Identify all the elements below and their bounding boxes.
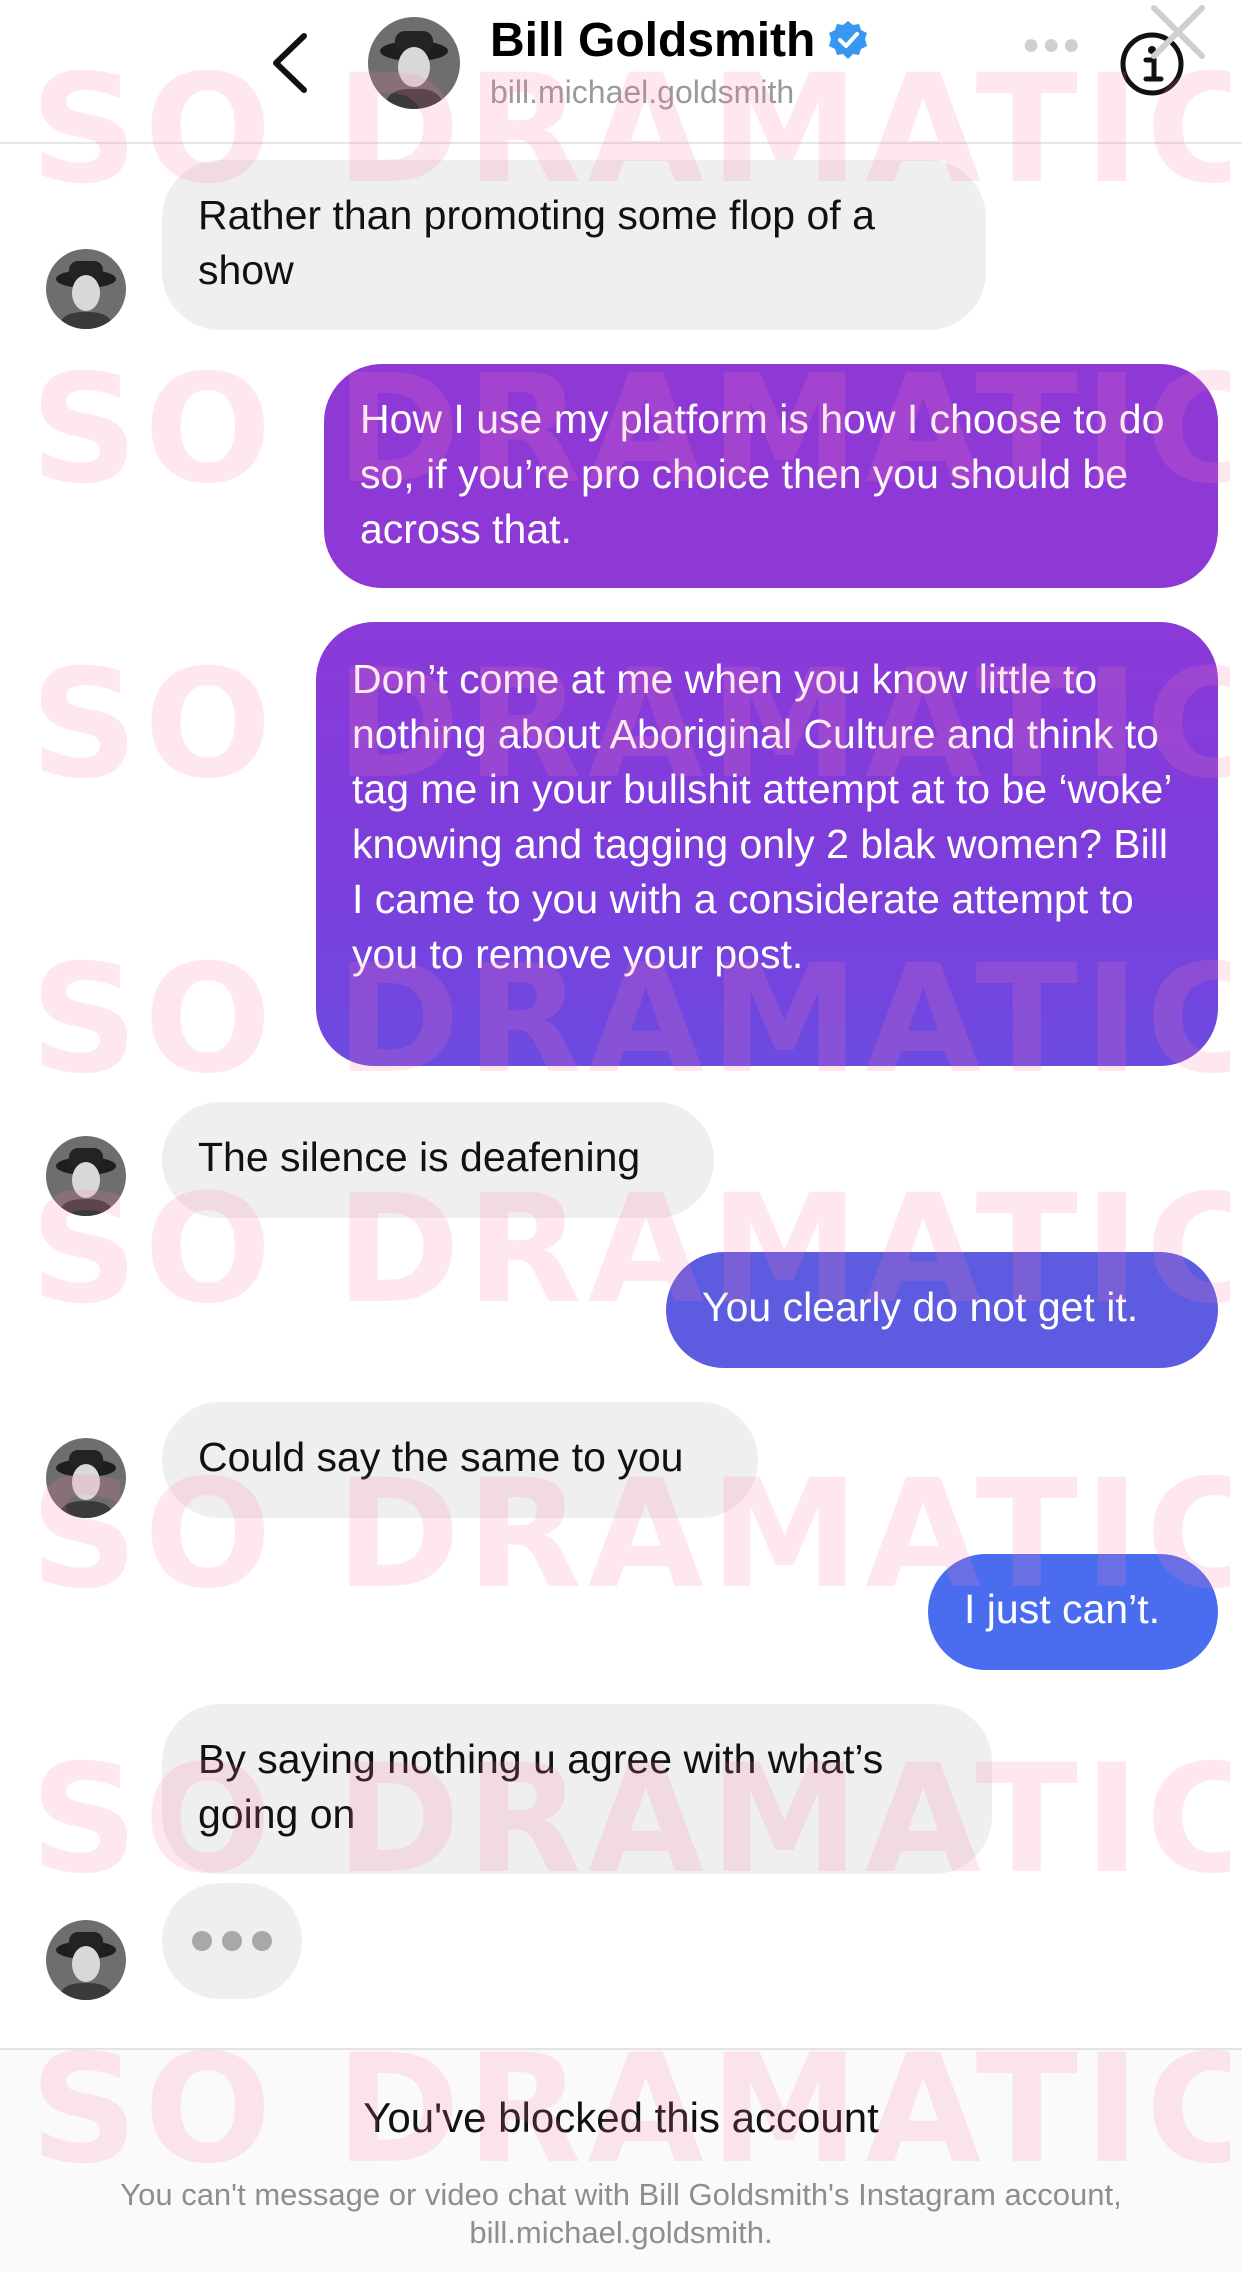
chevron-left-icon bbox=[273, 33, 307, 93]
typing-dot bbox=[252, 1931, 272, 1951]
sender-avatar[interactable] bbox=[46, 1920, 126, 2000]
blocked-account-footer: You've blocked this account You can't me… bbox=[0, 2048, 1242, 2272]
profile-avatar[interactable] bbox=[368, 17, 460, 109]
message-bubble-outgoing[interactable]: Don’t come at me when you know little to… bbox=[316, 622, 1218, 1066]
contact-name[interactable]: Bill Goldsmith bbox=[490, 13, 815, 68]
blocked-title: You've blocked this account bbox=[363, 2094, 879, 2141]
back-button[interactable] bbox=[262, 28, 322, 98]
sender-avatar[interactable] bbox=[46, 1136, 126, 1216]
blocked-description: You can't message or video chat with Bil… bbox=[120, 2177, 1122, 2250]
chat-header: Bill Goldsmith bill.michael.goldsmith ●●… bbox=[0, 0, 1242, 144]
message-bubble-outgoing[interactable]: You clearly do not get it. bbox=[666, 1252, 1218, 1368]
sender-avatar[interactable] bbox=[46, 249, 126, 329]
message-bubble-outgoing[interactable]: How I use my platform is how I choose to… bbox=[324, 364, 1218, 588]
message-bubble-incoming[interactable]: By saying nothing u agree with what’s go… bbox=[162, 1704, 992, 1874]
typing-indicator bbox=[162, 1883, 302, 1999]
message-bubble-incoming[interactable]: The silence is deafening bbox=[162, 1102, 714, 1218]
message-bubble-incoming[interactable]: Rather than promoting some flop of a sho… bbox=[162, 160, 986, 330]
close-icon[interactable] bbox=[1146, 0, 1210, 64]
more-options-icon[interactable]: ●●● bbox=[1022, 28, 1082, 62]
typing-dot bbox=[192, 1931, 212, 1951]
message-bubble-outgoing[interactable]: I just can’t. bbox=[928, 1554, 1218, 1670]
sender-avatar[interactable] bbox=[46, 1438, 126, 1518]
contact-username: bill.michael.goldsmith bbox=[490, 74, 795, 110]
verified-badge-icon bbox=[829, 21, 868, 59]
header-name-row: Bill Goldsmith bbox=[490, 10, 869, 70]
message-bubble-incoming[interactable]: Could say the same to you bbox=[162, 1402, 758, 1518]
typing-dot bbox=[222, 1931, 242, 1951]
message-thread[interactable]: Rather than promoting some flop of a sho… bbox=[0, 142, 1242, 2048]
